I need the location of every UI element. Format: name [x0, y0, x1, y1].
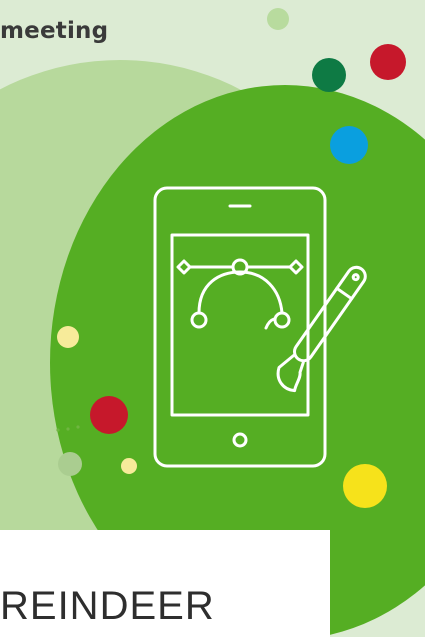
yellow-dot: [343, 464, 387, 508]
small-pale-yellow-dot: [121, 458, 137, 474]
page-heading: meeting: [0, 18, 109, 44]
tablet-bezier-paintbrush-icon: [153, 186, 367, 468]
pale-yellow-dot: [57, 326, 79, 348]
pale-green-dot-bottom: [58, 452, 82, 476]
pale-green-dot-top: [267, 8, 289, 30]
brand-wordmark: REINDEER: [0, 584, 215, 628]
dotted-line-decoration: [56, 425, 80, 432]
blue-dot: [330, 126, 368, 164]
slide-canvas: meeting REINDEER: [0, 0, 425, 637]
red-dot-top-right: [370, 44, 406, 80]
dark-green-dot: [312, 58, 346, 92]
